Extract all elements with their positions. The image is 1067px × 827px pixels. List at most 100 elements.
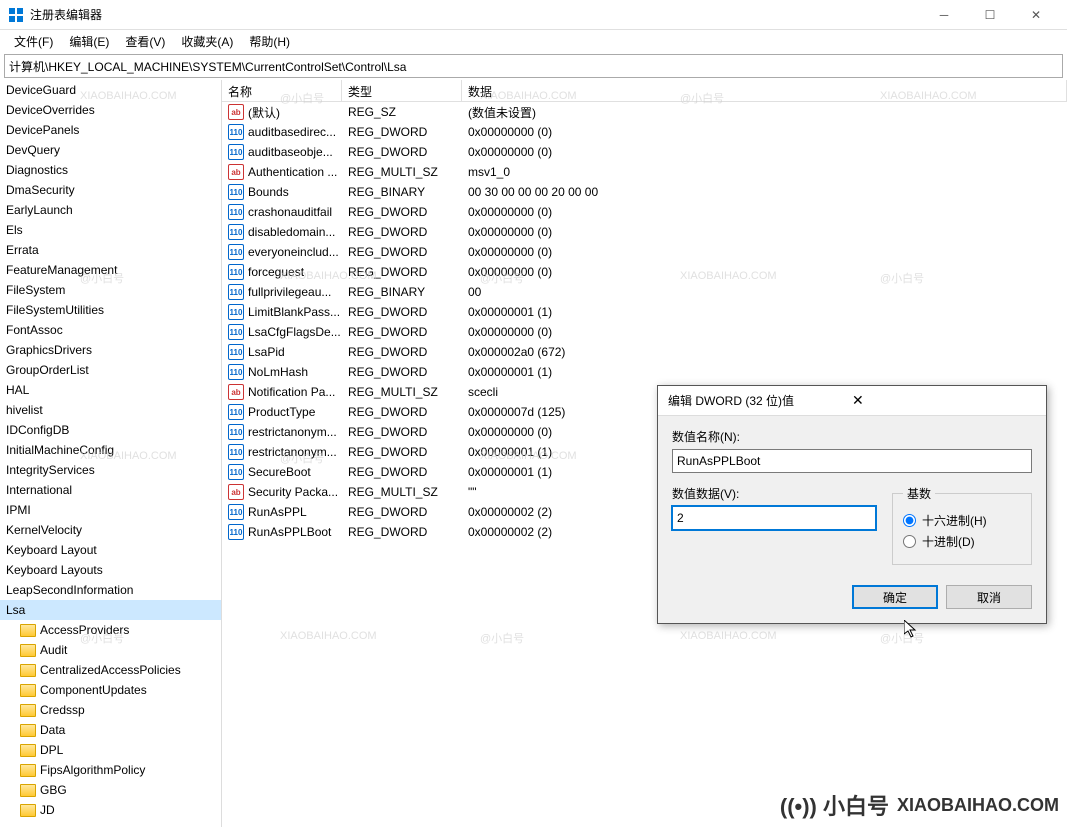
col-name[interactable]: 名称 xyxy=(222,80,342,101)
value-row[interactable]: 110auditbasedirec...REG_DWORD0x00000000 … xyxy=(222,122,1067,142)
cancel-button[interactable]: 取消 xyxy=(946,585,1032,609)
value-data: 0x00000000 (0) xyxy=(462,225,1067,239)
value-name: restrictanonym... xyxy=(248,425,337,439)
string-icon: ab xyxy=(228,484,244,500)
tree-item[interactable]: JD xyxy=(0,800,221,820)
menu-view[interactable]: 查看(V) xyxy=(117,31,173,52)
tree-item[interactable]: Errata xyxy=(0,240,221,260)
radio-dec-input[interactable] xyxy=(903,535,916,548)
maximize-button[interactable]: ☐ xyxy=(967,0,1013,30)
value-type: REG_DWORD xyxy=(342,525,462,539)
tree-item[interactable]: InitialMachineConfig xyxy=(0,440,221,460)
col-type[interactable]: 类型 xyxy=(342,80,462,101)
tree-item[interactable]: HAL xyxy=(0,380,221,400)
tree-item[interactable]: Keyboard Layout xyxy=(0,540,221,560)
tree-item[interactable]: DPL xyxy=(0,740,221,760)
tree-item[interactable]: Els xyxy=(0,220,221,240)
tree-item[interactable]: DeviceGuard xyxy=(0,80,221,100)
tree-item[interactable]: Keyboard Layouts xyxy=(0,560,221,580)
tree-item[interactable]: Data xyxy=(0,720,221,740)
tree-label: Keyboard Layout xyxy=(6,543,97,557)
radio-hex[interactable]: 十六进制(H) xyxy=(903,512,1021,529)
folder-icon xyxy=(20,764,36,777)
tree-item[interactable]: EarlyLaunch xyxy=(0,200,221,220)
minimize-button[interactable]: ─ xyxy=(921,0,967,30)
tree-item[interactable]: GBG xyxy=(0,780,221,800)
value-row[interactable]: 110NoLmHashREG_DWORD0x00000001 (1) xyxy=(222,362,1067,382)
tree-item[interactable]: FontAssoc xyxy=(0,320,221,340)
value-row[interactable]: 110LsaCfgFlagsDe...REG_DWORD0x00000000 (… xyxy=(222,322,1067,342)
tree-item[interactable]: CentralizedAccessPolicies xyxy=(0,660,221,680)
value-row[interactable]: 110crashonauditfailREG_DWORD0x00000000 (… xyxy=(222,202,1067,222)
tree-item[interactable]: Audit xyxy=(0,640,221,660)
tree-item[interactable]: AccessProviders xyxy=(0,620,221,640)
value-type: REG_BINARY xyxy=(342,185,462,199)
tree-item[interactable]: ComponentUpdates xyxy=(0,680,221,700)
tree-item[interactable]: DmaSecurity xyxy=(0,180,221,200)
radio-hex-input[interactable] xyxy=(903,514,916,527)
tree-item[interactable]: Lsa xyxy=(0,600,221,620)
edit-dword-dialog: 编辑 DWORD (32 位)值 ✕ 数值名称(N): 数值数据(V): 基数 … xyxy=(657,385,1047,624)
value-row[interactable]: 110everyoneinclud...REG_DWORD0x00000000 … xyxy=(222,242,1067,262)
tree-item[interactable]: GroupOrderList xyxy=(0,360,221,380)
tree-item[interactable]: FeatureManagement xyxy=(0,260,221,280)
tree-item[interactable]: hivelist xyxy=(0,400,221,420)
value-row[interactable]: 110forceguestREG_DWORD0x00000000 (0) xyxy=(222,262,1067,282)
menu-edit[interactable]: 编辑(E) xyxy=(61,31,117,52)
tree-item[interactable]: FileSystem xyxy=(0,280,221,300)
value-name: LsaPid xyxy=(248,345,285,359)
tree-label: IDConfigDB xyxy=(6,423,69,437)
menu-help[interactable]: 帮助(H) xyxy=(241,31,298,52)
value-name: fullprivilegeau... xyxy=(248,285,331,299)
tree-label: FontAssoc xyxy=(6,323,63,337)
radio-dec[interactable]: 十进制(D) xyxy=(903,533,1021,550)
tree-label: InitialMachineConfig xyxy=(6,443,114,457)
close-button[interactable]: ✕ xyxy=(1013,0,1059,30)
tree-item[interactable]: Diagnostics xyxy=(0,160,221,180)
value-row[interactable]: abAuthentication ...REG_MULTI_SZmsv1_0 xyxy=(222,162,1067,182)
dialog-close-icon[interactable]: ✕ xyxy=(852,392,1036,409)
value-type: REG_DWORD xyxy=(342,145,462,159)
tree-item[interactable]: FileSystemUtilities xyxy=(0,300,221,320)
ok-button[interactable]: 确定 xyxy=(852,585,938,609)
value-row[interactable]: 110LsaPidREG_DWORD0x000002a0 (672) xyxy=(222,342,1067,362)
tree-item[interactable]: KernelVelocity xyxy=(0,520,221,540)
menu-favorites[interactable]: 收藏夹(A) xyxy=(173,31,241,52)
value-row[interactable]: 110disabledomain...REG_DWORD0x00000000 (… xyxy=(222,222,1067,242)
tree-item[interactable]: DevicePanels xyxy=(0,120,221,140)
value-name-input[interactable] xyxy=(672,449,1032,473)
tree-item[interactable]: DeviceOverrides xyxy=(0,100,221,120)
value-row[interactable]: 110auditbaseobje...REG_DWORD0x00000000 (… xyxy=(222,142,1067,162)
app-icon xyxy=(8,7,24,23)
tree-item[interactable]: DevQuery xyxy=(0,140,221,160)
value-row[interactable]: 110LimitBlankPass...REG_DWORD0x00000001 … xyxy=(222,302,1067,322)
tree-label: Audit xyxy=(40,643,67,657)
tree-item[interactable]: FipsAlgorithmPolicy xyxy=(0,760,221,780)
tree-item[interactable]: IntegrityServices xyxy=(0,460,221,480)
tree-label: AccessProviders xyxy=(40,623,129,637)
value-row[interactable]: ab(默认)REG_SZ(数值未设置) xyxy=(222,102,1067,122)
titlebar: 注册表编辑器 ─ ☐ ✕ xyxy=(0,0,1067,30)
tree-item[interactable]: Credssp xyxy=(0,700,221,720)
tree-label: DevicePanels xyxy=(6,123,79,137)
tree-label: LeapSecondInformation xyxy=(6,583,133,597)
value-name: RunAsPPLBoot xyxy=(248,525,331,539)
value-name: LsaCfgFlagsDe... xyxy=(248,325,341,339)
value-data: 0x000002a0 (672) xyxy=(462,345,1067,359)
col-data[interactable]: 数据 xyxy=(462,80,1067,101)
value-type: REG_SZ xyxy=(342,105,462,119)
tree-item[interactable]: IDConfigDB xyxy=(0,420,221,440)
value-type: REG_DWORD xyxy=(342,425,462,439)
tree-item[interactable]: IPMI xyxy=(0,500,221,520)
value-data-input[interactable] xyxy=(672,506,876,530)
value-row[interactable]: 110BoundsREG_BINARY00 30 00 00 00 20 00 … xyxy=(222,182,1067,202)
tree-pane[interactable]: DeviceGuardDeviceOverrides DevicePanels De… xyxy=(0,80,222,827)
tree-item[interactable]: LeapSecondInformation xyxy=(0,580,221,600)
address-bar[interactable]: 计算机\HKEY_LOCAL_MACHINE\SYSTEM\CurrentCon… xyxy=(4,54,1063,78)
binary-icon: 110 xyxy=(228,364,244,380)
value-name: Security Packa... xyxy=(248,485,338,499)
tree-item[interactable]: International xyxy=(0,480,221,500)
tree-item[interactable]: GraphicsDrivers xyxy=(0,340,221,360)
value-row[interactable]: 110fullprivilegeau...REG_BINARY00 xyxy=(222,282,1067,302)
menu-file[interactable]: 文件(F) xyxy=(6,31,61,52)
